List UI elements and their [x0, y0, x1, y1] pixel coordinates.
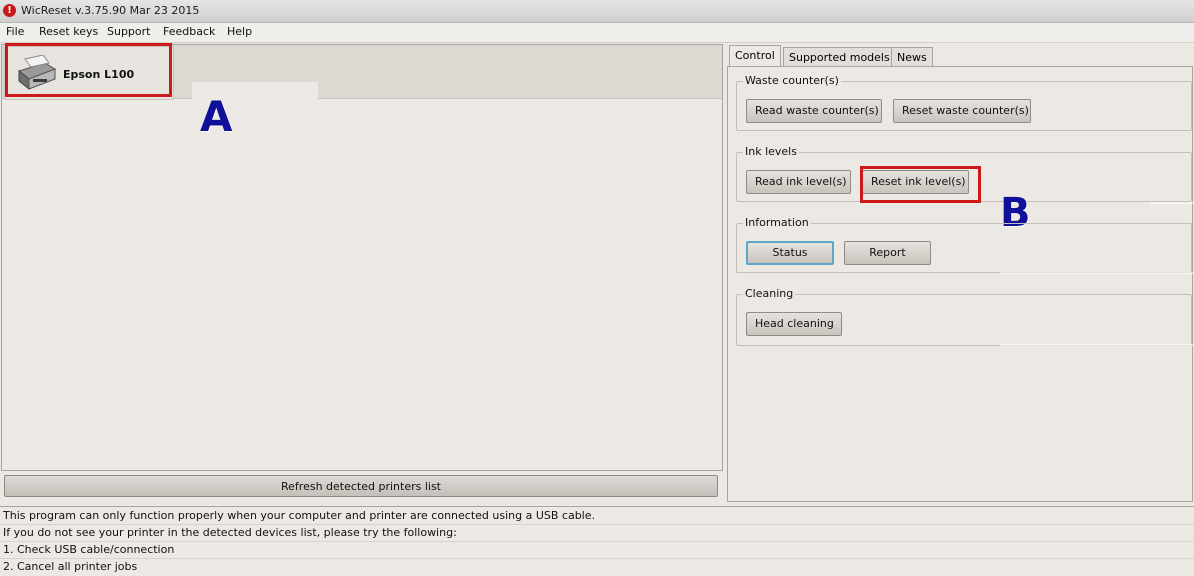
ink-levels-legend: Ink levels [743, 145, 799, 158]
reset-waste-counter-button[interactable]: Reset waste counter(s) [893, 99, 1031, 123]
tab-control[interactable]: Control [729, 45, 781, 67]
window-title: WicReset v.3.75.90 Mar 23 2015 [21, 4, 200, 17]
tab-supported-models[interactable]: Supported models [783, 47, 896, 67]
wicreset-logo-icon: ! [3, 4, 16, 17]
information-legend: Information [743, 216, 811, 229]
cleaning-legend: Cleaning [743, 287, 796, 300]
read-waste-counter-button[interactable]: Read waste counter(s) [746, 99, 882, 123]
report-button[interactable]: Report [844, 241, 931, 265]
annotation-label-a: A [200, 92, 233, 141]
info-line: 2. Cancel all printer jobs [3, 560, 138, 573]
menu-help[interactable]: Help [227, 25, 252, 38]
info-line: If you do not see your printer in the de… [0, 525, 1194, 542]
head-cleaning-button[interactable]: Head cleaning [746, 312, 842, 336]
menu-support[interactable]: Support [107, 25, 150, 38]
title-bar: ! WicReset v.3.75.90 Mar 23 2015 [0, 0, 1194, 23]
menu-feedback[interactable]: Feedback [163, 25, 215, 38]
printer-list-panel: Epson L100 [1, 44, 723, 471]
image-artifact [1000, 344, 1194, 346]
refresh-printers-button[interactable]: Refresh detected printers list [4, 475, 718, 497]
status-button[interactable]: Status [746, 241, 834, 265]
annotation-box-a [5, 43, 172, 97]
menu-bar: File Reset keys Support Feedback Help [0, 23, 1194, 43]
tab-news[interactable]: News [891, 47, 933, 67]
menu-file[interactable]: File [6, 25, 24, 38]
read-ink-level-button[interactable]: Read ink level(s) [746, 170, 851, 194]
image-artifact [1000, 272, 1194, 274]
info-line: 1. Check USB cable/connection [0, 542, 1194, 559]
menu-reset-keys[interactable]: Reset keys [39, 25, 98, 38]
control-tab-panel [727, 66, 1193, 502]
info-text-area: This program can only function properly … [0, 506, 1194, 573]
info-line: This program can only function properly … [0, 508, 1194, 525]
waste-counter-legend: Waste counter(s) [743, 74, 841, 87]
annotation-box-b [860, 166, 981, 203]
image-artifact [1150, 202, 1194, 204]
